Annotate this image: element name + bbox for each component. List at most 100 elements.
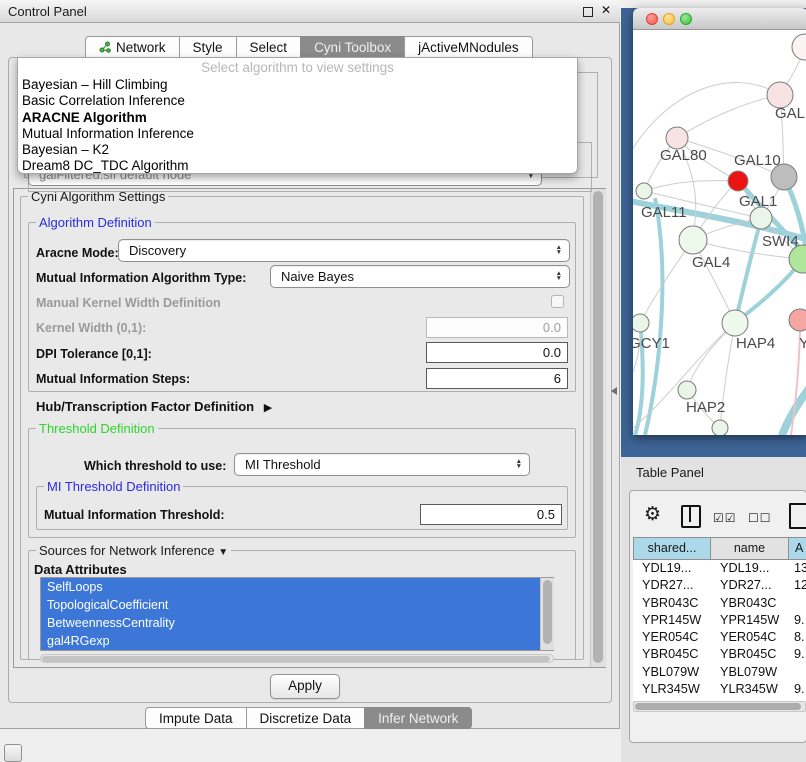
which-threshold-combobox[interactable]: MI Threshold ▲▼: [234, 453, 530, 476]
settings-scrollbar[interactable]: [590, 189, 606, 667]
node-label: GAL: [775, 105, 805, 122]
edge: [781, 378, 806, 435]
edge: [677, 95, 780, 138]
algorithm-option[interactable]: Bayesian – K2: [18, 142, 577, 158]
mi-type-combobox[interactable]: Naive Bayes ▲▼: [270, 265, 570, 288]
table-body[interactable]: YDL19...YDL19...13 YDR27...YDR27...12 YB…: [633, 560, 806, 701]
deselect-all-columns-icon[interactable]: ☐☐: [748, 511, 772, 525]
apply-button[interactable]: Apply: [270, 674, 340, 699]
node-gal80[interactable]: [666, 127, 688, 149]
table-row[interactable]: YBL079WYBL079W: [633, 664, 806, 681]
mi-type-label: Mutual Information Algorithm Type:: [36, 271, 246, 285]
table-row[interactable]: YBR043CYBR043C: [633, 595, 806, 612]
algorithm-option[interactable]: Mutual Information Inference: [18, 126, 577, 142]
manual-kernel-checkbox[interactable]: [551, 295, 564, 308]
table-row[interactable]: YPR145WYPR145W9.: [633, 612, 806, 629]
hub-definition-toggle[interactable]: Hub/Transcription Factor Definition ▶: [36, 399, 272, 414]
node[interactable]: [712, 420, 728, 435]
table-row[interactable]: YBR045CYBR045C9.: [633, 646, 806, 663]
screen: Control Panel ✕ Network Style Select Cyn…: [0, 0, 806, 762]
tab-impute-data[interactable]: Impute Data: [145, 707, 247, 729]
node-label: GAL4: [692, 254, 730, 271]
expanded-arrow-icon[interactable]: ▼: [218, 547, 228, 558]
node-label: GAL80: [660, 147, 707, 164]
network-graph: GAL GAL80 GAL10 GAL11 GAL1 SWI4 GAL4 GCY…: [633, 30, 806, 435]
node-gal1[interactable]: [750, 207, 772, 229]
data-attributes-label: Data Attributes: [34, 562, 127, 577]
network-canvas[interactable]: GAL GAL80 GAL10 GAL11 GAL1 SWI4 GAL4 GCY…: [633, 30, 806, 435]
minimize-traffic-light[interactable]: [663, 13, 675, 25]
column-header-shared-name[interactable]: shared...: [633, 537, 711, 560]
kernel-width-field[interactable]: 0.0: [426, 317, 568, 338]
attribute-item-selected[interactable]: gal4RGexp: [41, 632, 553, 650]
algorithm-option[interactable]: Dream8 DC_TDC Algorithm: [18, 158, 577, 174]
node-label: HAP4: [736, 335, 775, 352]
node-hap4[interactable]: [722, 310, 748, 336]
mi-steps-field[interactable]: 6: [426, 368, 568, 389]
collapsed-arrow-icon: ▶: [264, 402, 272, 414]
algorithm-option[interactable]: Basic Correlation Inference: [18, 93, 577, 109]
attribute-item-selected[interactable]: TopologicalCoefficient: [41, 596, 553, 614]
settings-scrollbar-thumb[interactable]: [593, 191, 603, 663]
float-window-icon[interactable]: [583, 7, 593, 17]
node-label: GAL10: [734, 152, 781, 169]
table-row[interactable]: YLR345WYLR345W9.: [633, 681, 806, 698]
node-gal11[interactable]: [636, 183, 652, 199]
table-hscrollbar[interactable]: [633, 701, 806, 712]
split-columns-icon[interactable]: [681, 505, 701, 528]
sources-hscrollbar-thumb[interactable]: [42, 656, 550, 662]
control-panel-title: Control Panel: [8, 4, 87, 19]
mi-type-value: Naive Bayes: [271, 269, 556, 284]
node-selected-red[interactable]: [728, 171, 748, 191]
node-gcy1[interactable]: [633, 314, 649, 332]
manual-kernel-label: Manual Kernel Width Definition: [36, 296, 221, 310]
aracne-mode-combobox[interactable]: Discovery ▲▼: [118, 239, 570, 262]
node-gal4[interactable]: [679, 226, 707, 254]
tab-style[interactable]: Style: [179, 36, 237, 58]
table-row[interactable]: YER054CYER054C8.: [633, 629, 806, 646]
panel-splitter-collapse-arrow[interactable]: [611, 387, 617, 395]
tab-discretize-data[interactable]: Discretize Data: [246, 707, 366, 729]
mi-threshold-field[interactable]: 0.5: [420, 504, 562, 525]
algorithm-dropdown-popup: Select algorithm to view settings Bayesi…: [17, 57, 578, 174]
sources-hscrollbar[interactable]: [40, 654, 554, 663]
aracne-mode-label: Aracne Mode:: [36, 246, 119, 260]
edge: [645, 198, 662, 435]
attributes-scrollbar[interactable]: [540, 578, 554, 650]
data-attributes-list[interactable]: SelfLoops TopologicalCoefficient Between…: [40, 577, 554, 651]
minimized-panel-button[interactable]: [4, 744, 22, 762]
node-label: GAL11: [641, 204, 687, 221]
algorithm-option[interactable]: Bayesian – Hill Climbing: [18, 77, 577, 93]
sources-legend: Sources for Network Inference ▼: [36, 543, 231, 558]
mi-threshold-label: Mutual Information Threshold:: [44, 508, 225, 522]
node-y[interactable]: [789, 309, 806, 331]
algorithm-option-selected[interactable]: ARACNE Algorithm: [18, 110, 577, 126]
table-hscrollbar-thumb[interactable]: [635, 703, 801, 710]
column-header-clipped[interactable]: A: [788, 537, 806, 560]
stepper-arrows-icon: ▲▼: [556, 246, 562, 255]
tab-cyni-toolbox[interactable]: Cyni Toolbox: [300, 36, 405, 58]
node-label: Y: [799, 335, 806, 352]
node[interactable]: [792, 34, 806, 60]
dpi-tolerance-field[interactable]: 0.0: [426, 342, 568, 363]
attribute-item-selected[interactable]: SelfLoops: [41, 578, 553, 596]
maximize-traffic-light[interactable]: [680, 13, 692, 25]
edge: [644, 181, 738, 191]
network-window-titlebar[interactable]: [633, 8, 806, 30]
gear-icon[interactable]: ⚙: [644, 503, 661, 526]
attribute-item-selected[interactable]: BetweennessCentrality: [41, 614, 553, 632]
close-traffic-light[interactable]: [646, 13, 658, 25]
select-all-columns-icon[interactable]: ☑☑: [713, 511, 737, 525]
attributes-scrollbar-thumb[interactable]: [543, 580, 552, 644]
which-threshold-label: Which threshold to use:: [84, 459, 226, 473]
table-row[interactable]: YDL19...YDL19...13: [633, 560, 806, 577]
export-table-icon[interactable]: [789, 503, 806, 529]
column-header-name[interactable]: name: [710, 537, 789, 560]
tab-select[interactable]: Select: [236, 36, 302, 58]
table-row[interactable]: YDR27...YDR27...12: [633, 577, 806, 594]
tab-jactivemnodules[interactable]: jActiveMNodules: [404, 36, 533, 58]
tab-network[interactable]: Network: [85, 36, 180, 58]
tab-infer-network[interactable]: Infer Network: [364, 707, 472, 729]
node-hap2[interactable]: [678, 381, 696, 399]
close-icon[interactable]: ✕: [601, 3, 611, 17]
